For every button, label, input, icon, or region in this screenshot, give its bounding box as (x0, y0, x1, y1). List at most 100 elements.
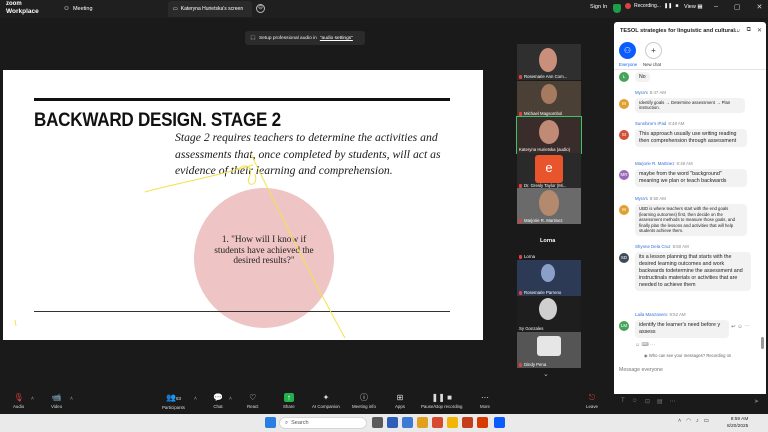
zoom-app-icon[interactable] (494, 417, 505, 428)
more-icon[interactable]: ⋯ (650, 342, 655, 348)
battery-icon[interactable]: ▭ (704, 418, 709, 424)
reply-icon[interactable]: ↩ (731, 324, 736, 330)
windows-start-icon[interactable] (265, 417, 276, 428)
audio-banner-text: Setup professional audio in (258, 35, 317, 41)
camera-icon: 📹 (51, 393, 62, 402)
everyone-chat-button[interactable]: ⚇ (619, 42, 636, 59)
participant-name: Dindy Pena (519, 362, 546, 367)
stop-icon[interactable]: ■ (675, 3, 678, 9)
tab-meeting[interactable]: ⚇ Meeting (64, 2, 93, 16)
participant-tile[interactable]: Sy Gonzales (517, 296, 581, 332)
participant-video (539, 120, 559, 144)
composer-toolbar: T ☺ ⊡ ▤ ⋯ (621, 398, 676, 405)
chat-label: Chat (213, 404, 223, 409)
ai-companion-button[interactable]: ✦ AI Companion (312, 393, 340, 409)
logo-line2: Workplace (6, 8, 39, 15)
message-text: Identify goals → Determine assessment → … (635, 98, 745, 113)
clock-date: 8/20/2025 (727, 424, 749, 429)
tab-shared-screen[interactable]: ▭ Kateryna Hurietska's screen (168, 1, 252, 17)
share-button[interactable]: ↑ Share (283, 393, 295, 409)
emoji-icon[interactable]: ☺ (632, 398, 638, 405)
apps-label: Apps (395, 404, 406, 409)
react-button[interactable]: ♡ React (247, 393, 258, 409)
pause-icon[interactable]: ❚❚ (664, 3, 672, 9)
participants-button[interactable]: 👥83 Participants (162, 393, 185, 410)
close-icon[interactable]: ✕ (757, 27, 762, 34)
apps-button[interactable]: ⊞ Apps (395, 393, 405, 409)
chat-icon: 💬 (213, 393, 223, 402)
pause-recording-button[interactable]: ❚❚ ■ Pause/stop recording (421, 393, 463, 409)
recording-status[interactable]: Recording... ❚❚ ■ (625, 3, 678, 9)
taskbar-search[interactable]: ⌕ Search (279, 417, 367, 429)
message-sender: Laila Manzanero 8:52 AM (635, 312, 686, 317)
participant-tile[interactable]: Dindy Pena (517, 332, 581, 368)
minimize-icon[interactable]: – (714, 3, 718, 11)
security-shield-icon[interactable] (613, 4, 621, 13)
chevron-up-icon[interactable]: ˄ (194, 396, 197, 402)
file-icon[interactable]: ▤ (657, 398, 663, 405)
message-input[interactable] (619, 365, 761, 375)
word-icon[interactable] (387, 417, 398, 428)
ink-stroke (144, 164, 254, 193)
chat-button[interactable]: 💬 Chat (213, 393, 223, 409)
audio-button[interactable]: 🎙 Audio (13, 393, 24, 409)
mic-muted-icon (519, 183, 522, 188)
chevron-up-icon[interactable]: ˄ (70, 396, 73, 402)
chat-scrollbar[interactable] (761, 337, 764, 349)
screenshot-icon[interactable]: ⊡ (645, 398, 650, 405)
file-explorer-icon[interactable] (417, 417, 428, 428)
taskbar-clock[interactable]: 8:59 AM 8/20/2025 (727, 416, 748, 430)
leave-button[interactable]: ⎋ Leave (586, 393, 598, 409)
send-icon[interactable]: ➤ (754, 398, 759, 405)
privacy-notice[interactable]: ◉ Who can see your messages? Recording o… (644, 353, 731, 358)
chevron-up-icon[interactable]: ˄ (31, 396, 34, 402)
wifi-icon[interactable]: ◠ (686, 418, 691, 424)
reaction-icon[interactable]: ☺ (635, 342, 640, 348)
participant-tile[interactable]: e Dr. Gresly Taylor (Mi... (517, 153, 581, 189)
tab-collapse-button[interactable]: ⊖ (256, 4, 265, 13)
sign-in-button[interactable]: Sign In (590, 4, 607, 10)
participant-video (541, 84, 557, 104)
office-icon[interactable] (477, 417, 488, 428)
new-chat-button[interactable]: + (645, 42, 662, 59)
thread-icon[interactable]: ⌨ (642, 342, 649, 348)
more-button[interactable]: ⋯ More (480, 393, 490, 409)
annotation-ink (14, 153, 346, 339)
share-screen-icon: ↑ (283, 393, 294, 402)
participant-tile[interactable]: Rosemarie Parreno (517, 260, 581, 296)
sparkle-icon: ✦ (322, 393, 330, 402)
more-icon[interactable]: ⋯ (744, 324, 750, 330)
participant-tile-active-speaker[interactable]: Kateryna Hurietska (audio) (516, 116, 582, 154)
participant-name: Lorna (519, 254, 535, 259)
task-view-icon[interactable] (372, 417, 383, 428)
sender-avatar: SI (619, 130, 629, 140)
plus-icon: + (651, 46, 656, 55)
participants-icon: 👥83 (165, 393, 181, 402)
speaker-icon[interactable]: ♪ (696, 418, 699, 424)
chat-header-actions: ⋯ ⧉ ✕ (735, 27, 762, 34)
folder-icon[interactable] (447, 417, 458, 428)
format-text-icon[interactable]: T (621, 398, 625, 405)
participant-tile[interactable]: Rosemarie Ann Com... (517, 44, 581, 80)
scroll-down-chevron-icon[interactable]: ⌄ (543, 370, 549, 378)
more-icon[interactable]: ⋯ (735, 27, 741, 34)
powerpoint-icon[interactable] (462, 417, 473, 428)
meeting-info-button[interactable]: ⓘ Meeting info (352, 393, 376, 409)
audio-setup-banner: 🎧 Setup professional audio in "audio set… (245, 31, 365, 45)
view-button[interactable]: View ▦ (684, 4, 703, 10)
chrome-icon[interactable] (432, 417, 443, 428)
close-icon[interactable]: ✕ (757, 3, 763, 11)
audio-settings-link[interactable]: "audio settings" (320, 36, 353, 41)
react-icon[interactable]: ☺ (737, 324, 743, 330)
sender-avatar: M (619, 99, 629, 109)
edge-icon[interactable] (402, 417, 413, 428)
chevron-up-icon[interactable]: ˄ (678, 418, 681, 424)
participant-tile[interactable]: Michael Magsombol (517, 81, 581, 117)
participant-tile[interactable]: Lorna (517, 250, 581, 260)
popout-icon[interactable]: ⧉ (747, 27, 751, 34)
more-icon[interactable]: ⋯ (670, 398, 676, 405)
chevron-up-icon[interactable]: ˄ (229, 396, 232, 402)
video-button[interactable]: 📹 Video (51, 393, 62, 409)
maximize-icon[interactable]: ▢ (734, 3, 741, 11)
participant-tile[interactable]: Marjorie R. Martinez (517, 188, 581, 224)
